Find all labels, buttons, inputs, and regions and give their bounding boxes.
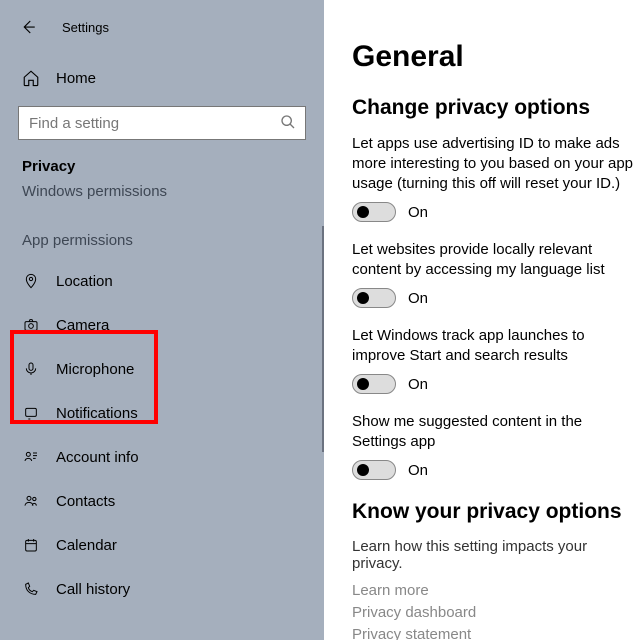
know-heading: Know your privacy options — [352, 500, 640, 524]
call-history-icon — [22, 581, 40, 597]
privacy-option: Show me suggested content in the Setting… — [352, 412, 640, 480]
search-input[interactable] — [18, 106, 306, 140]
account-info-icon — [22, 449, 40, 465]
sidebar-item-label: Calendar — [56, 537, 117, 554]
contacts-icon — [22, 493, 40, 509]
window-header: Settings — [0, 0, 324, 44]
sidebar-item-label: Microphone — [56, 361, 134, 378]
privacy-option: Let apps use advertising ID to make ads … — [352, 134, 640, 222]
main-content: General Change privacy options Let apps … — [324, 0, 640, 640]
toggle-advertising-id[interactable] — [352, 202, 396, 222]
sidebar-item-label: Call history — [56, 581, 130, 598]
location-icon — [22, 273, 40, 289]
toggle-state: On — [408, 290, 428, 307]
nav-home-label: Home — [56, 70, 96, 87]
sidebar-item-label: Location — [56, 273, 113, 290]
toggle-state: On — [408, 376, 428, 393]
sidebar-item-calendar[interactable]: Calendar — [0, 523, 324, 567]
notifications-icon — [22, 405, 40, 421]
privacy-option: Let Windows track app launches to improv… — [352, 326, 640, 394]
sidebar-item-label: Contacts — [56, 493, 115, 510]
know-description: Learn how this setting impacts your priv… — [352, 538, 640, 572]
page-heading: General — [352, 40, 640, 74]
toggle-state: On — [408, 204, 428, 221]
option-description: Show me suggested content in the Setting… — [352, 412, 640, 452]
sidebar-item-label: Account info — [56, 449, 139, 466]
link-privacy-statement[interactable]: Privacy statement — [352, 624, 640, 640]
sidebar-item-account-info[interactable]: Account info — [0, 435, 324, 479]
toggle-suggested-content[interactable] — [352, 460, 396, 480]
toggle-app-launches[interactable] — [352, 374, 396, 394]
link-learn-more[interactable]: Learn more — [352, 580, 640, 602]
window-title: Settings — [62, 20, 109, 35]
scrollbar[interactable] — [322, 226, 324, 452]
arrow-left-icon — [19, 18, 37, 36]
sidebar-subsection[interactable]: Windows permissions — [0, 175, 324, 200]
option-description: Let websites provide locally relevant co… — [352, 240, 640, 280]
sidebar-item-contacts[interactable]: Contacts — [0, 479, 324, 523]
home-icon — [22, 69, 40, 87]
toggle-state: On — [408, 462, 428, 479]
microphone-icon — [22, 361, 40, 377]
toggle-language-list[interactable] — [352, 288, 396, 308]
back-button[interactable] — [16, 15, 40, 39]
privacy-option: Let websites provide locally relevant co… — [352, 240, 640, 308]
sidebar: Settings Home Privacy Windows permission… — [0, 0, 324, 640]
sidebar-item-camera[interactable]: Camera — [0, 303, 324, 347]
sidebar-group-label: App permissions — [0, 200, 324, 259]
sidebar-item-microphone[interactable]: Microphone — [0, 347, 324, 391]
sidebar-section-title: Privacy — [0, 140, 324, 175]
calendar-icon — [22, 537, 40, 553]
sidebar-item-notifications[interactable]: Notifications — [0, 391, 324, 435]
camera-icon — [22, 317, 40, 333]
sidebar-item-location[interactable]: Location — [0, 259, 324, 303]
sidebar-item-label: Camera — [56, 317, 109, 334]
link-privacy-dashboard[interactable]: Privacy dashboard — [352, 602, 640, 624]
search-container — [18, 106, 306, 140]
option-description: Let apps use advertising ID to make ads … — [352, 134, 640, 194]
option-description: Let Windows track app launches to improv… — [352, 326, 640, 366]
search-icon — [280, 114, 296, 135]
sidebar-item-call-history[interactable]: Call history — [0, 567, 324, 611]
sidebar-item-label: Notifications — [56, 405, 138, 422]
nav-home[interactable]: Home — [0, 62, 324, 94]
page-subheading: Change privacy options — [352, 96, 640, 120]
